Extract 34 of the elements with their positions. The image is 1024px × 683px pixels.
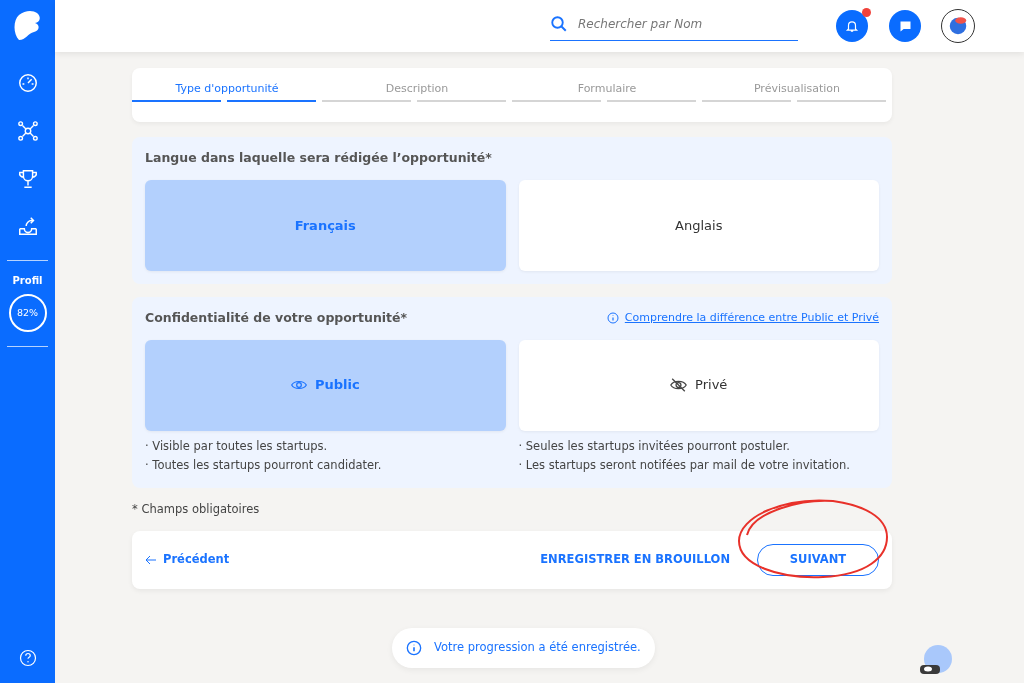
arrow-left-icon (145, 554, 157, 565)
option-description: · Les startups seront notifées par mail de votre invitation. (518, 456, 851, 474)
option-description: · Visible par toutes les startups. (145, 437, 329, 455)
panel-title: Langue dans laquelle sera rédigée l’opportunité* (145, 149, 493, 167)
bell-icon (845, 19, 859, 33)
profile-label: Profil (12, 274, 43, 288)
step-tab[interactable]: Description (322, 68, 512, 100)
next-button[interactable]: SUIVANT (757, 543, 879, 576)
step-tab[interactable]: Type d'opportunité (132, 68, 322, 100)
step-tab[interactable]: Formulaire (512, 68, 702, 100)
notification-button[interactable] (836, 10, 868, 42)
network-icon[interactable] (16, 118, 39, 140)
option-button[interactable]: Public (145, 339, 506, 431)
option-button[interactable]: Français (145, 179, 506, 271)
help-link[interactable]: Comprendre la différence entre Public et Privé (624, 309, 879, 327)
back-button[interactable]: Précédent (145, 551, 230, 569)
required-note: * Champs obligatoires (132, 500, 261, 518)
messages-button[interactable] (889, 10, 921, 42)
panel-title: Confidentialité de votre opportunité* (145, 308, 408, 327)
toast-text: Votre progression a été enregistrée. (434, 639, 641, 657)
save-draft-button[interactable]: ENREGISTRER EN BROUILLON (540, 551, 730, 569)
step-tab[interactable]: Prévisualisation (702, 68, 892, 100)
avatar[interactable] (941, 9, 975, 43)
option-button[interactable]: Anglais (518, 179, 879, 271)
info-icon (406, 640, 422, 656)
eye-slash-icon (670, 378, 688, 392)
profile-completion-circle[interactable]: 82% (8, 294, 47, 332)
chat-widget-icon[interactable] (920, 645, 952, 677)
eye-icon (290, 379, 307, 391)
search-icon (550, 14, 568, 33)
option-button[interactable]: Privé (518, 339, 879, 431)
info-icon (606, 312, 619, 325)
option-description: · Toutes les startups pourront candidater. (145, 456, 383, 474)
option-description: · Seules les startups invitées pourront postuler. (518, 437, 791, 455)
